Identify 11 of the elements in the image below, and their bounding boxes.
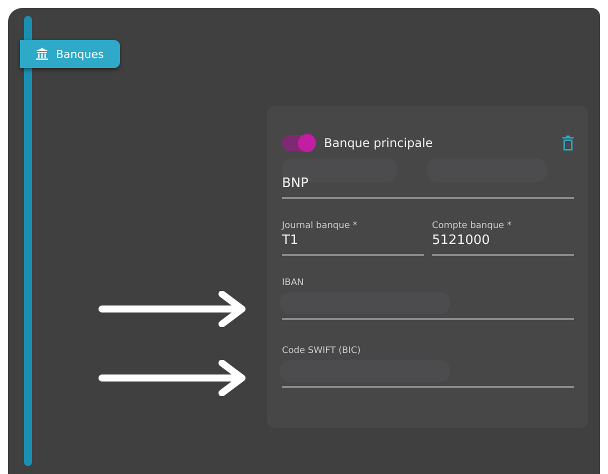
input-field[interactable]: IBAN [282,278,574,320]
arrow-icon [98,291,248,327]
bank-name-field[interactable]: BNP [282,174,574,199]
input-field[interactable]: Code SWIFT (BIC) [282,346,574,388]
toggle-label: Banque principale [324,136,433,150]
trash-icon[interactable] [562,135,574,151]
text-field[interactable]: Journal banque * T1 [282,221,424,256]
main-bank-toggle[interactable] [282,135,316,151]
bank-icon [36,48,48,60]
arrow-icon [98,360,248,396]
text-field[interactable]: Compte banque * 5121000 [432,221,574,256]
